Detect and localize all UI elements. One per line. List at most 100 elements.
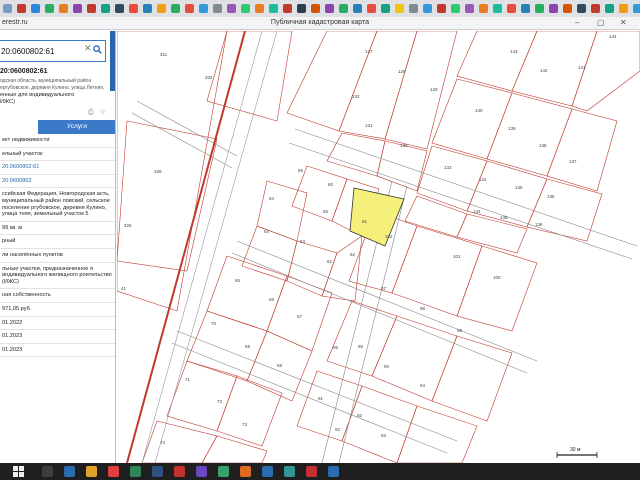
parcel-number: 311 [160,52,168,57]
browser-tab-icon[interactable] [562,4,572,13]
browser-tab-icon[interactable] [114,4,124,13]
map-canvas[interactable]: 311 332 127 143 144 128 142 141 129 132 131 130 140 1… [117,31,640,463]
taskbar-app-icon[interactable] [283,466,295,477]
attribute-row[interactable]: 20:0600802:61 [0,161,115,175]
attribute-row: рный [0,235,115,249]
parcel-number: 102 [385,234,393,239]
parcel-number: 128 [398,69,406,74]
tab-object[interactable] [0,120,38,134]
close-window-icon[interactable]: ✕ [620,18,627,27]
browser-tab-icon[interactable] [142,4,152,13]
taskbar-app-icon[interactable] [173,466,185,477]
parcel-number: 64 [264,229,270,234]
taskbar-app-icon[interactable] [305,466,317,477]
browser-tab-icon[interactable] [604,4,614,13]
taskbar-app-icon[interactable] [151,466,163,477]
browser-tab-icon[interactable] [128,4,138,13]
taskbar-app-icon[interactable] [239,466,251,477]
taskbar-app-icon[interactable] [41,466,53,477]
taskbar-app-icon[interactable] [195,466,207,477]
browser-tab-icon[interactable] [16,4,26,13]
browser-tab-icon[interactable] [590,4,600,13]
browser-tab-icon[interactable] [436,4,446,13]
taskbar-app-icon[interactable] [107,466,119,477]
attribute-row: 01.2022 [0,317,115,331]
object-card-header: 20:0600802:61 одская область, муниципаль… [0,68,108,106]
browser-tab-icon[interactable] [254,4,264,13]
browser-tab-icon[interactable] [394,4,404,13]
browser-tab-icon[interactable] [366,4,376,13]
browser-tab-icon[interactable] [296,4,306,13]
parcel-number: 64 [269,196,275,201]
attribute-value: льные участки, предназначенное я индивид… [2,265,112,285]
attribute-row: ссийская Федерация, Новгородская асть, м… [0,188,115,222]
browser-tab-icon[interactable] [618,4,628,13]
browser-tab-icon[interactable] [44,4,54,13]
taskbar-app-icon[interactable] [63,466,75,477]
favorite-star-icon[interactable]: ☆ [100,109,106,116]
browser-tab-icon[interactable] [282,4,292,13]
roads [131,100,638,463]
search-icon[interactable] [93,45,102,56]
minimize-icon[interactable]: ‒ [575,18,579,27]
taskbar-app-icon[interactable] [327,466,339,477]
parcel-number: 62 [327,259,333,264]
browser-tab-bar[interactable] [0,0,640,17]
browser-tab-icon[interactable] [198,4,208,13]
browser-tab-icon[interactable] [184,4,194,13]
parcel-number: 138 [539,143,547,148]
browser-tab-icon[interactable] [338,4,348,13]
taskbar-app-icon[interactable] [261,466,273,477]
browser-tab-icon[interactable] [310,4,320,13]
browser-tab-icon[interactable] [576,4,586,13]
browser-tab-icon[interactable] [632,4,640,13]
taskbar-app-icon[interactable] [217,466,229,477]
object-use: енные для индивидуального ИЖС) [0,92,108,106]
browser-tab-icon[interactable] [492,4,502,13]
parcel-number: 60 [328,182,334,187]
browser-tab-icon[interactable] [86,4,96,13]
print-icon[interactable]: ⎙ [88,109,94,116]
browser-tab-icon[interactable] [2,4,12,13]
parcel-number: 94 [420,383,426,388]
maximize-icon[interactable]: ▢ [597,18,605,27]
tab-services[interactable]: Услуги [38,120,115,134]
cadastral-map[interactable]: 311 332 127 143 144 128 142 141 129 132 131 130 140 1… [117,31,640,463]
windows-icon[interactable] [12,466,24,477]
attribute-row: 971,05 руб. [0,303,115,317]
browser-tab-icon[interactable] [212,4,222,13]
browser-tab-icon[interactable] [100,4,110,13]
browser-tab-icon[interactable] [240,4,250,13]
clear-search-icon[interactable]: ✕ [84,43,92,54]
browser-tab-icon[interactable] [58,4,68,13]
browser-tab-icon[interactable] [520,4,530,13]
attribute-row[interactable]: 20:0600802 [0,175,115,189]
browser-tab-icon[interactable] [30,4,40,13]
browser-tab-icon[interactable] [170,4,180,13]
browser-tab-icon[interactable] [352,4,362,13]
browser-tab-icon[interactable] [156,4,166,13]
browser-tab-icon[interactable] [408,4,418,13]
parcel-number: 62 [350,252,356,257]
browser-tab-icon[interactable] [422,4,432,13]
browser-tab-icon[interactable] [380,4,390,13]
browser-tab-icon[interactable] [534,4,544,13]
browser-tab-icon[interactable] [268,4,278,13]
browser-tab-icon[interactable] [548,4,558,13]
browser-tab-icon[interactable] [506,4,516,13]
parcel-number: 69 [245,344,251,349]
browser-tab-icon[interactable] [226,4,236,13]
browser-tab-icon[interactable] [450,4,460,13]
browser-tab-icon[interactable] [324,4,334,13]
browser-tab-icon[interactable] [464,4,474,13]
parcel-number: 332 [205,75,213,80]
attribute-link[interactable]: 20:0600802:61 [2,164,39,170]
taskbar-app-icon[interactable] [85,466,97,477]
start-button[interactable] [0,463,36,480]
browser-tab-icon[interactable] [478,4,488,13]
taskbar-app-icon[interactable] [129,466,141,477]
selected-parcel[interactable] [349,187,405,247]
screen: erestr.ru Публичная кадастровая карта ‒ … [0,0,640,480]
attribute-link[interactable]: 20:0600802 [2,178,32,184]
browser-tab-icon[interactable] [72,4,82,13]
